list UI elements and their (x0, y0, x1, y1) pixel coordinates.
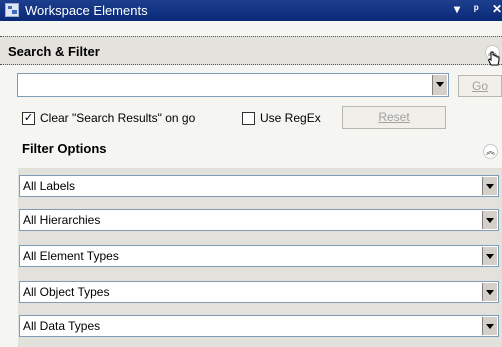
chevron-down-icon[interactable] (432, 75, 447, 95)
labels-filter-select[interactable]: All Labels (19, 175, 499, 197)
chevron-down-icon[interactable] (482, 247, 497, 265)
element-types-filter-select[interactable]: All Element Types (19, 245, 499, 267)
labels-filter-value: All Labels (23, 179, 76, 193)
clear-results-checkbox[interactable]: ✓ (22, 112, 35, 125)
close-icon[interactable]: ✕ (492, 2, 502, 16)
chevron-down-icon[interactable] (482, 317, 497, 335)
object-types-filter-select[interactable]: All Object Types (19, 281, 499, 303)
chevron-down-icon[interactable] (482, 211, 497, 229)
use-regex-label[interactable]: Use RegEx (260, 111, 321, 125)
element-types-filter-value: All Element Types (23, 249, 119, 263)
hierarchies-filter-value: All Hierarchies (23, 213, 101, 227)
data-types-filter-select[interactable]: All Data Types (19, 315, 499, 337)
data-types-filter-value: All Data Types (23, 319, 101, 333)
chevron-down-icon[interactable] (482, 283, 497, 301)
collapse-up-icon[interactable]: ︽ (483, 144, 498, 159)
object-types-filter-value: All Object Types (23, 285, 110, 299)
search-filter-title: Search & Filter (8, 44, 100, 59)
search-input[interactable] (17, 73, 449, 97)
chevron-down-icon[interactable] (482, 177, 497, 195)
filter-options-header[interactable]: Filter Options ︽ (0, 133, 502, 163)
workspace-icon (5, 3, 19, 17)
dropdown-icon[interactable]: ▾ (454, 2, 460, 16)
use-regex-checkbox[interactable] (242, 112, 255, 125)
clear-results-label[interactable]: Clear "Search Results" on go (40, 111, 195, 125)
pin-icon[interactable]: ᵖ (474, 2, 479, 16)
search-filter-header[interactable]: Search & Filter ︽ (0, 36, 502, 65)
reset-button[interactable]: Reset (342, 106, 446, 129)
hand-cursor-icon (487, 51, 500, 66)
filter-options-title: Filter Options (22, 141, 107, 156)
go-button[interactable]: Go (458, 75, 502, 97)
window-titlebar: Workspace Elements ▾ ᵖ ✕ (0, 0, 502, 21)
hierarchies-filter-select[interactable]: All Hierarchies (19, 209, 499, 231)
window-title: Workspace Elements (25, 3, 148, 18)
